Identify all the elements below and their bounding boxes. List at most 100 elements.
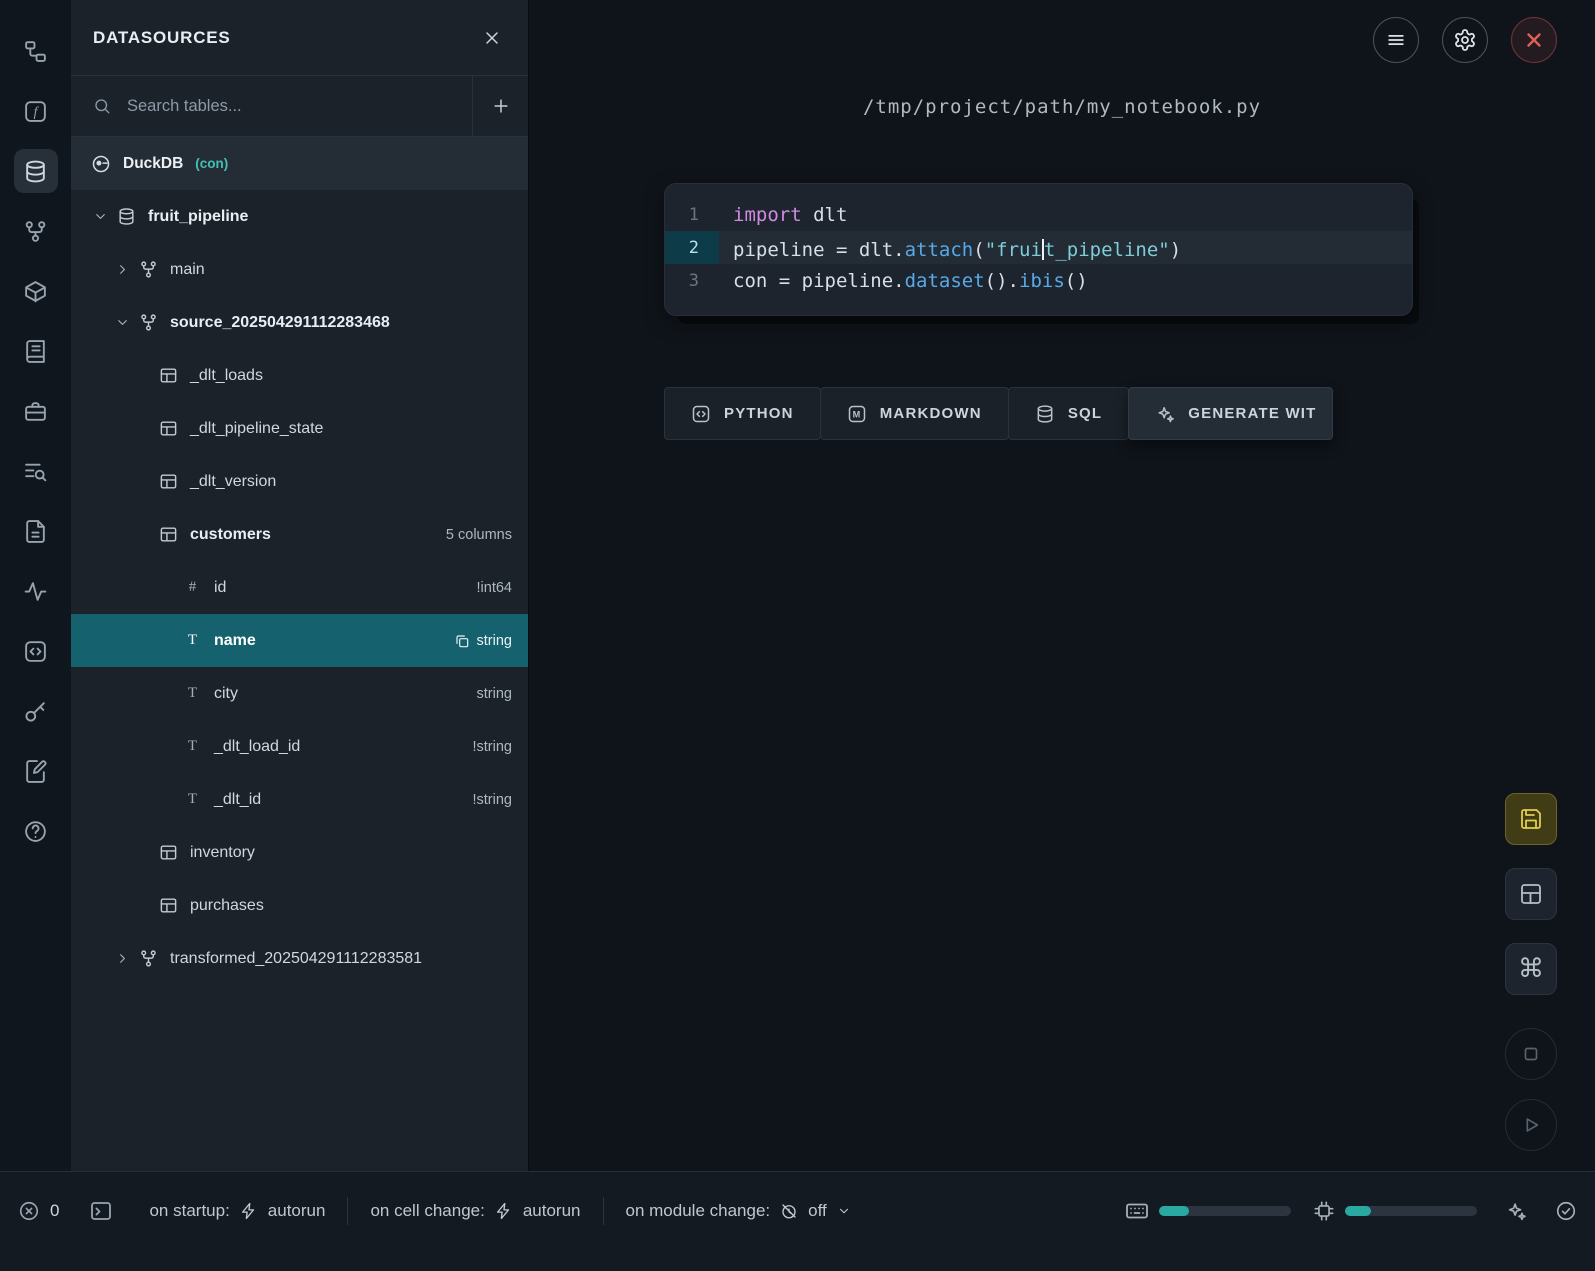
activity-icon	[23, 579, 48, 604]
schema-icon	[139, 260, 158, 279]
rail-item-toolbox[interactable]	[14, 389, 58, 433]
rail-item-snippets[interactable]	[14, 629, 58, 673]
close-panel-button[interactable]	[482, 28, 502, 48]
rail-item-file-tree[interactable]	[14, 29, 58, 73]
code-token: )	[1170, 239, 1181, 261]
tree-item-column-name[interactable]: T name string	[71, 614, 528, 667]
code-token: dlt	[802, 204, 848, 226]
table-icon	[159, 896, 178, 915]
menu-button[interactable]	[1373, 17, 1419, 63]
tree-label: source_202504291112283468	[170, 314, 390, 332]
setting-value: autorun	[268, 1201, 326, 1221]
tree-item-column-dlt-load-id[interactable]: T _dlt_load_id !string	[71, 720, 528, 773]
text-cursor	[1042, 239, 1044, 260]
tree-label: transformed_202504291112283581	[170, 950, 422, 968]
rail-item-notebook-pen[interactable]	[14, 749, 58, 793]
status-bar: 0 on startup: autorun on cell change: au…	[0, 1171, 1595, 1271]
layout-toggle-button[interactable]	[1505, 868, 1557, 920]
app-window: DATASOURCES DuckDB (con) fruit_pi	[0, 0, 1595, 1271]
stop-button[interactable]	[1505, 1028, 1557, 1080]
code-box-icon	[691, 404, 711, 424]
rail-item-logs[interactable]	[14, 449, 58, 493]
tree-item-table-dlt-version[interactable]: _dlt_version	[71, 455, 528, 508]
code-token-string: t_pipeline"	[1044, 239, 1170, 261]
button-label: SQL	[1068, 405, 1102, 422]
rail-item-secrets[interactable]	[14, 689, 58, 733]
layout-icon	[1519, 882, 1543, 906]
sparkles-icon[interactable]	[1505, 1200, 1527, 1222]
code-token: ().	[985, 270, 1019, 292]
rail-item-datasources[interactable]	[14, 149, 58, 193]
text-type-icon: T	[183, 685, 202, 702]
table-icon	[159, 525, 178, 544]
tree-item-column-id[interactable]: # id !int64	[71, 561, 528, 614]
table-icon	[159, 419, 178, 438]
resource-slider[interactable]	[1345, 1206, 1477, 1216]
command-palette-button[interactable]: ⌘	[1505, 943, 1557, 995]
rail-item-dependencies[interactable]	[14, 209, 58, 253]
code-box-icon	[23, 639, 48, 664]
file-tree-icon	[23, 39, 48, 64]
keyboard-slider[interactable]	[1159, 1206, 1291, 1216]
workflow-icon	[23, 219, 48, 244]
connection-duckdb[interactable]: DuckDB (con)	[71, 137, 528, 190]
rail-item-tracing[interactable]	[14, 569, 58, 613]
terminal-toggle[interactable]	[89, 1199, 113, 1223]
tree-item-table-dlt-loads[interactable]: _dlt_loads	[71, 349, 528, 402]
copy-icon[interactable]	[454, 633, 470, 649]
add-markdown-cell-button[interactable]: MARKDOWN	[820, 387, 1009, 440]
hamburger-menu-icon	[1385, 29, 1407, 51]
check-circle-icon[interactable]	[1555, 1200, 1577, 1222]
schema-icon	[139, 313, 158, 332]
list-search-icon	[23, 459, 48, 484]
rail-item-scratchpad[interactable]	[14, 509, 58, 553]
tree-label: purchases	[190, 897, 264, 915]
tree-item-table-customers[interactable]: customers 5 columns	[71, 508, 528, 561]
run-button[interactable]	[1505, 1099, 1557, 1151]
tree-item-table-inventory[interactable]: inventory	[71, 826, 528, 879]
setting-label: on startup:	[149, 1201, 229, 1221]
tree-item-schema-transformed[interactable]: transformed_202504291112283581	[71, 932, 528, 985]
rail-item-packages[interactable]	[14, 269, 58, 313]
tree-item-schema-main[interactable]: main	[71, 243, 528, 296]
number-type-icon: #	[183, 579, 202, 596]
error-count: 0	[50, 1201, 59, 1221]
circle-x-icon	[18, 1200, 40, 1222]
on-startup-setting[interactable]: on startup: autorun	[127, 1201, 347, 1221]
activity-rail	[0, 0, 71, 1171]
rail-item-functions[interactable]	[14, 89, 58, 133]
rail-item-documentation[interactable]	[14, 329, 58, 373]
on-cell-change-setting[interactable]: on cell change: autorun	[348, 1201, 602, 1221]
tree-item-database-fruit-pipeline[interactable]: fruit_pipeline	[71, 190, 528, 243]
code-token: pipeline = dlt.	[733, 239, 905, 261]
settings-button[interactable]	[1442, 17, 1488, 63]
on-module-change-setting[interactable]: on module change: off	[604, 1201, 873, 1221]
terminal-icon	[89, 1199, 113, 1223]
tree-item-table-purchases[interactable]: purchases	[71, 879, 528, 932]
add-python-cell-button[interactable]: PYTHON	[664, 387, 821, 440]
tree-item-schema-source[interactable]: source_202504291112283468	[71, 296, 528, 349]
code-cell[interactable]: 1 import dlt 2 pipeline = dlt.attach("fr…	[664, 183, 1413, 316]
generate-with-ai-button[interactable]: GENERATE WIT	[1128, 387, 1333, 440]
chevron-down-icon	[93, 209, 108, 224]
save-button[interactable]	[1505, 793, 1557, 845]
content-row: DATASOURCES DuckDB (con) fruit_pi	[0, 0, 1595, 1171]
column-name: _dlt_load_id	[214, 738, 300, 756]
add-sql-cell-button[interactable]: SQL	[1008, 387, 1129, 440]
search-icon	[93, 97, 111, 115]
button-label: GENERATE WIT	[1188, 405, 1316, 422]
text-type-icon: T	[183, 791, 202, 808]
datasource-tree: fruit_pipeline main source_2025042911122…	[71, 190, 528, 1171]
column-count: 5 columns	[446, 527, 512, 543]
notebook-file-path: /tmp/project/path/my_notebook.py	[529, 96, 1595, 118]
errors-indicator[interactable]: 0	[18, 1200, 59, 1222]
search-tables-input[interactable]	[125, 96, 472, 117]
plus-icon	[491, 96, 511, 116]
zap-icon	[495, 1202, 513, 1220]
tree-item-table-dlt-pipeline-state[interactable]: _dlt_pipeline_state	[71, 402, 528, 455]
tree-item-column-dlt-id[interactable]: T _dlt_id !string	[71, 773, 528, 826]
rail-item-help[interactable]	[14, 809, 58, 853]
tree-item-column-city[interactable]: T city string	[71, 667, 528, 720]
add-datasource-button[interactable]	[472, 76, 528, 136]
setting-value: autorun	[523, 1201, 581, 1221]
